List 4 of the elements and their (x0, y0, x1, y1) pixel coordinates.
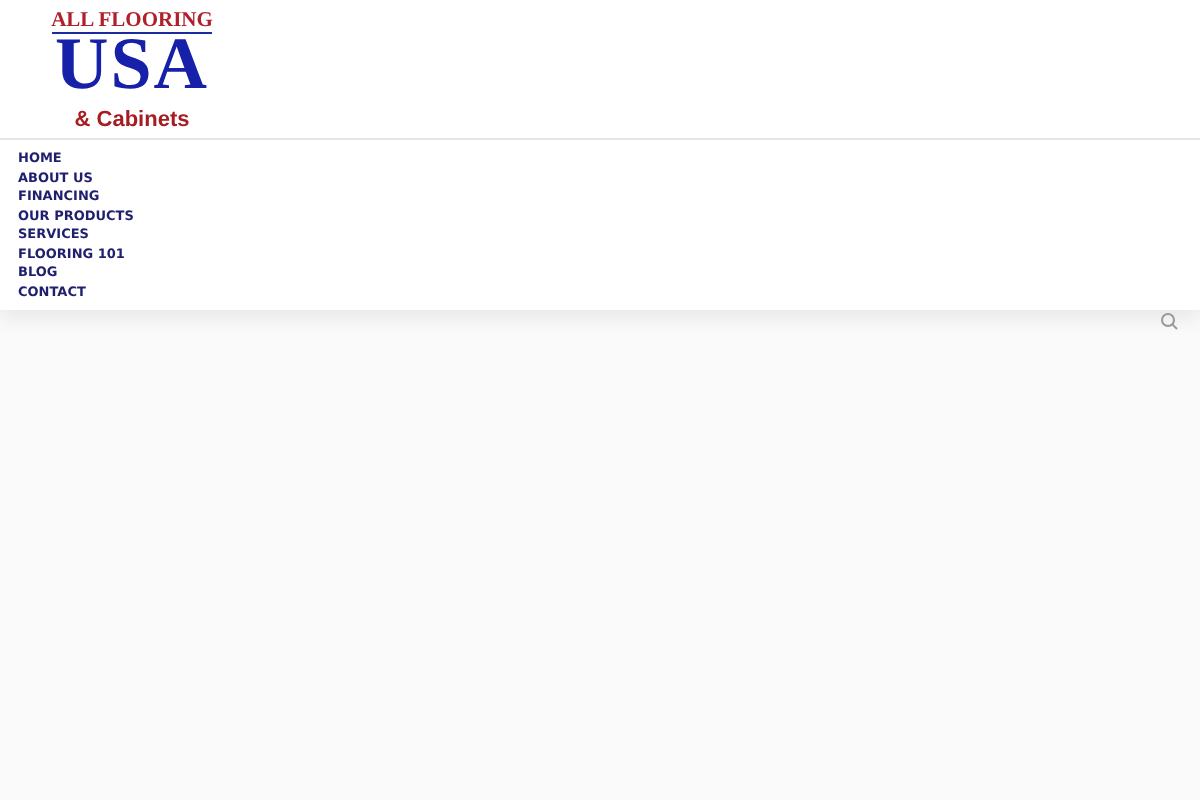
logo-text: & Cabinets (74, 108, 190, 132)
logo-text: USA (54, 36, 210, 96)
search-icon[interactable] (1160, 312, 1178, 330)
logo-text: ALL FLOORING (51, 10, 213, 34)
